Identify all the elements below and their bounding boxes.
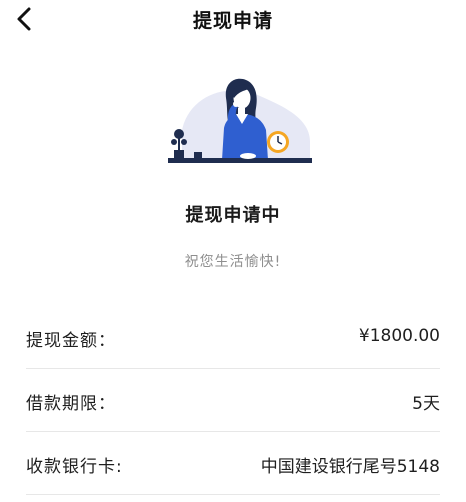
woman-at-desk-illustration — [168, 78, 312, 163]
status-subtitle: 祝您生活愉快! — [184, 254, 282, 270]
term-label: 借款期限： — [26, 394, 116, 414]
amount-value: ¥1800.00 — [358, 326, 440, 346]
bank-card-label: 收款银行卡: — [26, 457, 123, 477]
bank-card-value: 中国建设银行尾号5148 — [260, 457, 440, 477]
page-title: 提现申请 — [192, 10, 273, 32]
nav-bar: 提现申请 — [0, 0, 466, 38]
detail-row-term: 借款期限： 5天 — [26, 369, 440, 432]
detail-row-amount: 提现金额： ¥1800.00 — [26, 306, 440, 369]
status-illustration — [160, 72, 320, 168]
withdrawal-details: 提现金额： ¥1800.00 借款期限： 5天 收款银行卡: 中国建设银行尾号5… — [0, 306, 466, 495]
status-title: 提现申请中 — [185, 205, 281, 226]
detail-row-bank-card: 收款银行卡: 中国建设银行尾号5148 — [26, 432, 440, 495]
amount-label: 提现金额： — [26, 331, 116, 351]
term-value: 5天 — [412, 394, 440, 414]
